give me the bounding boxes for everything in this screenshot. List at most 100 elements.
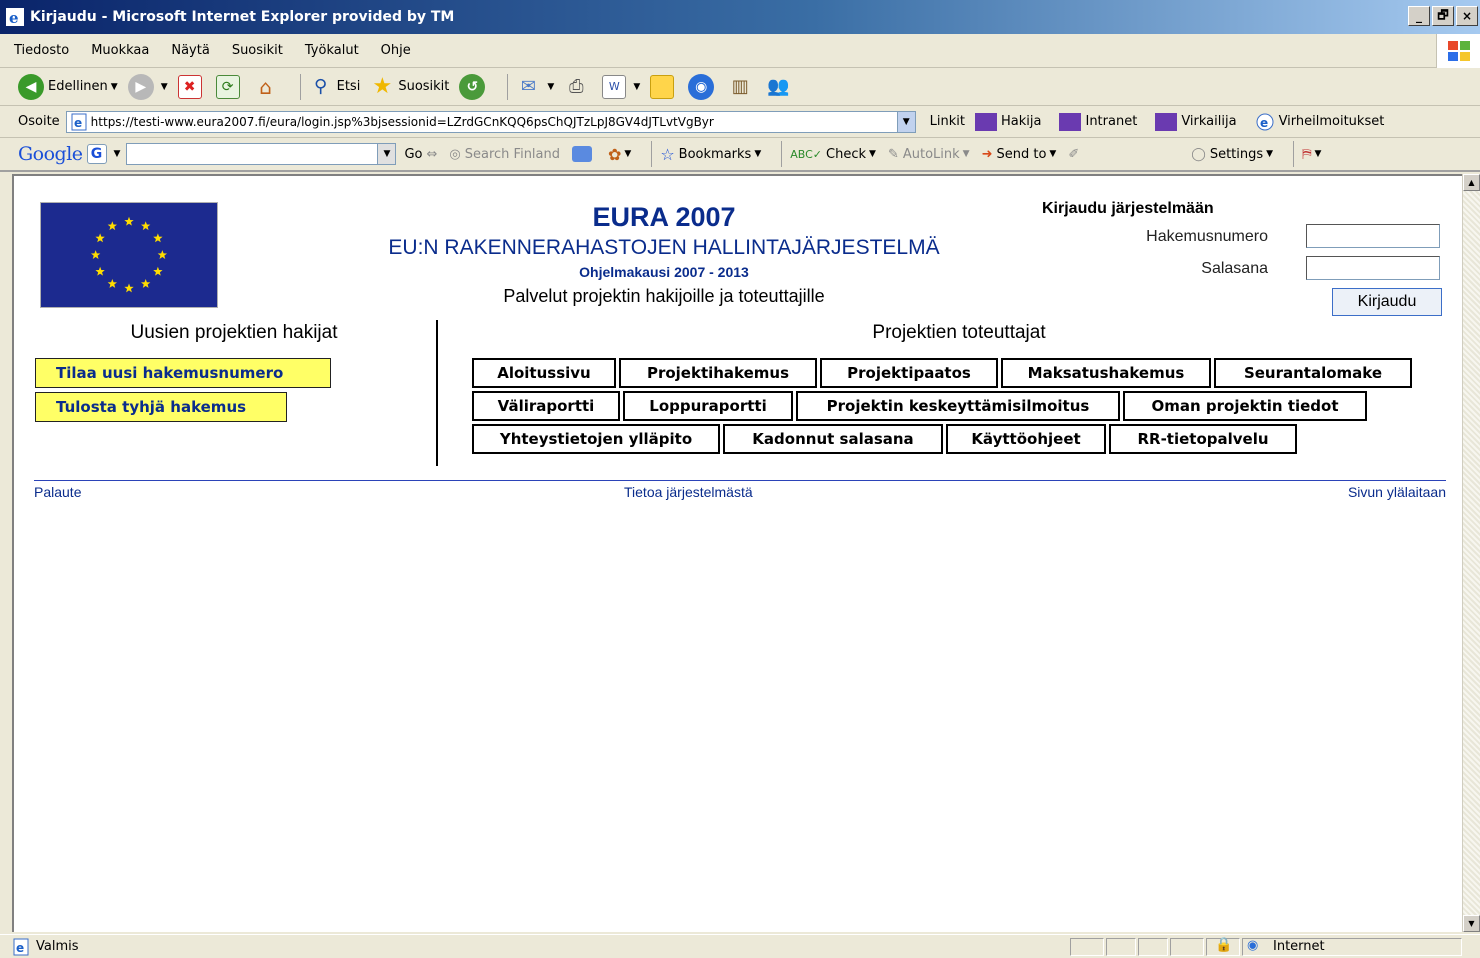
search-finland-button[interactable]: ◎ Search Finland (449, 147, 560, 162)
statusbar: e Valmis 🔒 ◉ Internet (0, 934, 1480, 958)
refresh-button[interactable]: ⟳ (215, 74, 244, 99)
menu-tools[interactable]: Työkalut (305, 43, 359, 58)
nav-rr-info-service[interactable]: RR-tietopalvelu (1109, 424, 1297, 454)
search-button[interactable]: ⚲ Etsi (309, 75, 361, 99)
feedback-link[interactable]: Palaute (34, 484, 81, 500)
translate-button[interactable]: ⛿ ▼ (1302, 147, 1321, 162)
go-button[interactable]: Go ⇔ (404, 147, 437, 162)
research-button[interactable]: ▥ (728, 75, 756, 99)
application-number-input[interactable] (1306, 224, 1440, 248)
vertical-scrollbar[interactable]: ▲ ▼ (1462, 174, 1480, 932)
google-search-dropdown-icon[interactable]: ▼ (377, 144, 396, 164)
history-button[interactable]: ↺ (459, 73, 489, 100)
menu-view[interactable]: Näytä (171, 43, 209, 58)
nav-start-page[interactable]: Aloitussivu (472, 358, 616, 388)
zone-panel: ◉ Internet (1242, 938, 1462, 956)
eu-flag-icon (40, 202, 218, 308)
favorites-button[interactable]: ★ Suosikit (370, 74, 450, 99)
people-icon: 👥 (767, 76, 790, 97)
nav-user-guides[interactable]: Käyttöohjeet (946, 424, 1106, 454)
google-logo[interactable]: Google (18, 143, 83, 165)
link-hakija[interactable]: Hakija (975, 112, 1042, 131)
esr-logo-icon (1155, 112, 1178, 131)
menu-help[interactable]: Ohje (381, 43, 411, 58)
favorites-label: Suosikit (398, 79, 450, 94)
maximize-button[interactable]: 🗗 (1432, 6, 1454, 26)
sendto-button[interactable]: ➜ Send to ▼ (982, 147, 1057, 162)
nav-project-application[interactable]: Projektihakemus (619, 358, 817, 388)
link-intranet[interactable]: Intranet (1059, 112, 1137, 131)
login-button[interactable]: Kirjaudu (1332, 288, 1442, 316)
print-empty-application-button[interactable]: Tulosta tyhjä hakemus (35, 392, 287, 422)
application-number-label: Hakemusnumero (1146, 228, 1268, 245)
back-label: Edellinen (48, 79, 108, 94)
print-button[interactable]: ⎙ (564, 75, 592, 99)
settings-button[interactable]: ◯ Settings ▼ (1191, 147, 1273, 162)
edit-button[interactable]: W ▼ (602, 74, 640, 99)
back-to-top-link[interactable]: Sivun ylälaitaan (1348, 484, 1446, 500)
nav-payment-application[interactable]: Maksatushakemus (1001, 358, 1211, 388)
minimize-button[interactable]: _ (1408, 6, 1430, 26)
nav-own-project-info[interactable]: Oman projektin tiedot (1123, 391, 1367, 421)
nav-monitoring-form[interactable]: Seurantalomake (1214, 358, 1412, 388)
chevron-down-icon: ▼ (1314, 149, 1322, 159)
discuss-button[interactable] (650, 74, 678, 99)
check-label: Check (826, 146, 867, 162)
order-application-number-button[interactable]: Tilaa uusi hakemusnumero (35, 358, 331, 388)
nav-final-report[interactable]: Loppuraportti (623, 391, 793, 421)
messenger-button[interactable]: ◉ (688, 73, 718, 100)
link-hakija-label: Hakija (1001, 114, 1042, 129)
sendto-label: Send to (996, 146, 1047, 162)
link-virheilmoitukset[interactable]: e Virheilmoitukset (1255, 113, 1384, 131)
autolink-button[interactable]: ✎ AutoLink ▼ (888, 147, 970, 162)
password-input[interactable] (1306, 256, 1440, 280)
status-panel (1138, 938, 1168, 956)
lock-icon: 🔒 (1215, 937, 1233, 953)
mail-button[interactable]: ✉ ▼ (516, 75, 554, 99)
address-input[interactable]: e https://testi-www.eura2007.fi/eura/log… (65, 110, 916, 133)
home-button[interactable]: ⌂ (254, 75, 282, 99)
status-panel (1170, 938, 1204, 956)
page-icon: e (1256, 113, 1274, 130)
window-titlebar: e Kirjaudu - Microsoft Internet Explorer… (0, 0, 1480, 34)
chevron-down-icon: ▼ (1049, 149, 1057, 159)
scroll-up-icon[interactable]: ▲ (1463, 174, 1480, 191)
toolbar-separator (781, 141, 783, 167)
contacts-button[interactable]: 👥 (766, 75, 794, 99)
pagerank-button[interactable] (572, 146, 596, 162)
nav-lost-password[interactable]: Kadonnut salasana (723, 424, 943, 454)
svg-text:e: e (74, 116, 82, 130)
menu-favorites[interactable]: Suosikit (232, 43, 283, 58)
implementers-heading: Projektien toteuttajat (872, 322, 1046, 343)
search-label: Etsi (336, 79, 361, 94)
address-label: Osoite (18, 114, 60, 129)
nav-project-suspension-notice[interactable]: Projektin keskeyttämisilmoitus (796, 391, 1120, 421)
popup-blocker-button[interactable]: ✿ ▼ (608, 145, 631, 164)
bookmarks-button[interactable]: ☆ Bookmarks ▼ (660, 145, 761, 164)
security-panel: 🔒 (1206, 937, 1240, 956)
nav-project-decision[interactable]: Projektipaatos (820, 358, 998, 388)
forward-button[interactable]: ▶ ▼ (127, 73, 168, 100)
highlight-button[interactable]: ✐ (1068, 147, 1079, 162)
close-button[interactable]: × (1456, 6, 1478, 26)
address-dropdown-icon[interactable]: ▼ (896, 111, 915, 132)
menu-file[interactable]: Tiedosto (14, 43, 69, 58)
back-button[interactable]: ◀ Edellinen ▼ (18, 73, 118, 100)
menubar: Tiedosto Muokkaa Näytä Suosikit Työkalut… (0, 34, 1480, 68)
menu-edit[interactable]: Muokkaa (91, 43, 149, 58)
settings-label: Settings (1209, 146, 1264, 162)
google-search-input[interactable]: ▼ (126, 143, 397, 165)
spellcheck-button[interactable]: ABC✓ Check ▼ (790, 147, 876, 162)
services-heading: Palvelut projektin hakijoille ja toteutt… (503, 286, 825, 306)
link-virkailija[interactable]: Virkailija (1155, 112, 1237, 131)
scroll-down-icon[interactable]: ▼ (1463, 915, 1480, 932)
stop-button[interactable]: ✖ (177, 74, 206, 99)
toolbar-separator (651, 141, 653, 167)
toolbar-separator (507, 73, 509, 100)
nav-interim-report[interactable]: Väliraportti (472, 391, 620, 421)
nav-contact-maintenance[interactable]: Yhteystietojen ylläpito (472, 424, 720, 454)
about-link[interactable]: Tietoa järjestelmästä (624, 484, 753, 500)
google-g-icon[interactable]: G (86, 144, 107, 164)
chevron-down-icon: ▼ (869, 149, 876, 159)
esr-logo-icon (975, 112, 998, 131)
